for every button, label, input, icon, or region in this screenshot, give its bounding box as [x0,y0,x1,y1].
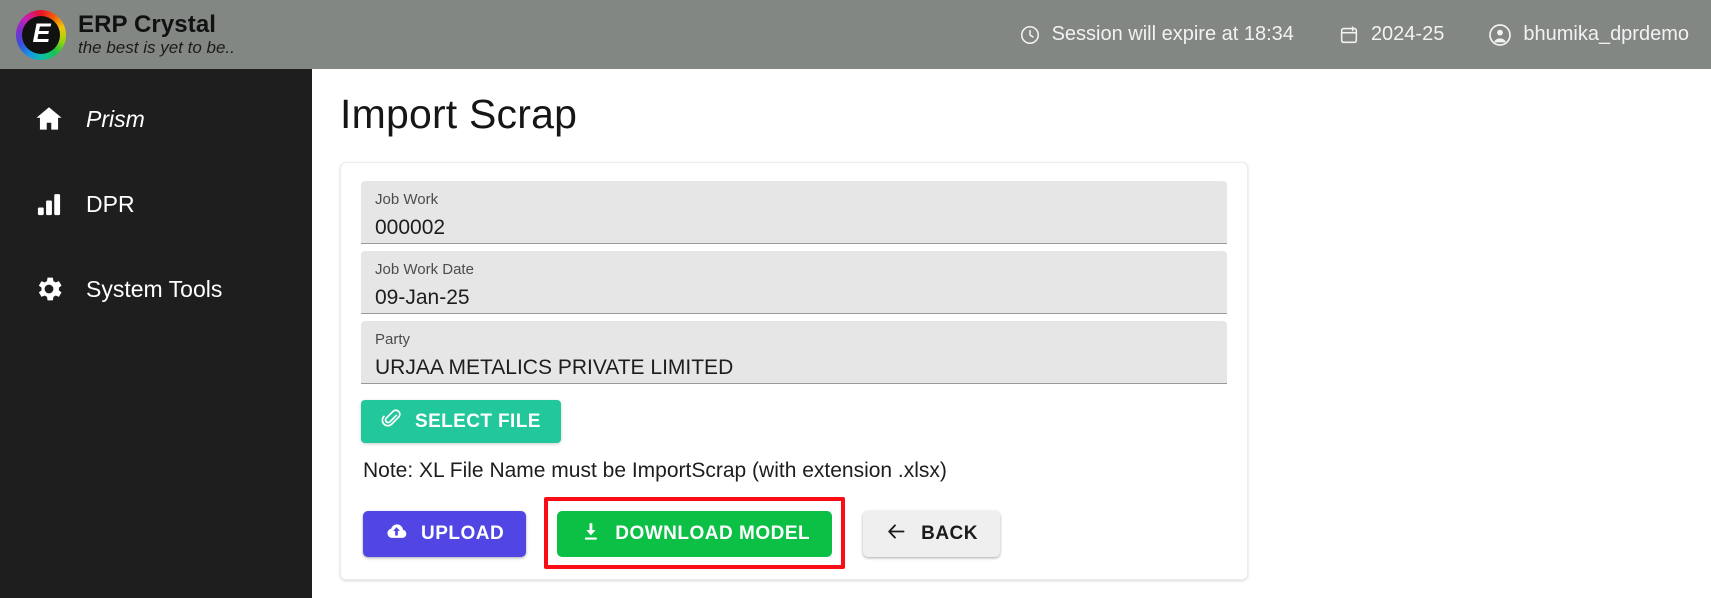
calendar-icon [1338,24,1360,46]
brand-tagline: the best is yet to be.. [78,38,235,58]
field-value-job-work: 000002 [375,216,446,239]
download-icon [579,520,602,549]
top-header-right-group: Session will expire at 18:34 2024-25 bhu… [1019,23,1711,47]
file-name-note: Note: XL File Name must be ImportScrap (… [363,459,947,482]
brand-text: ERP Crystal the best is yet to be.. [78,12,235,57]
session-expiry-indicator: Session will expire at 18:34 [1019,23,1294,46]
page-title: Import Scrap [340,91,578,137]
session-expiry-text: Session will expire at 18:34 [1051,23,1294,45]
fiscal-year-text: 2024-25 [1370,23,1445,45]
user-name-text: bhumika_dprdemo [1523,23,1689,45]
brand-logo-area[interactable]: E ERP Crystal the best is yet to be.. [0,9,235,60]
sidebar-item-system-tools[interactable]: System Tools [0,265,312,313]
brand-title: ERP Crystal [78,10,217,38]
field-job-work[interactable]: Job Work 000002 [361,181,1227,244]
download-model-highlight-box: DOWNLOAD MODEL [544,497,846,569]
sidebar-item-label-system-tools: System Tools [86,275,223,302]
sidebar-item-label-prism: Prism [86,105,145,132]
bar-chart-icon [32,187,66,221]
sidebar-item-label-dpr: DPR [86,190,135,217]
home-icon [32,102,66,136]
upload-button[interactable]: UPLOAD [363,511,527,557]
fiscal-year-selector[interactable]: 2024-25 [1338,23,1444,46]
clock-icon [1019,24,1041,46]
field-label-job-work-date: Job Work Date [375,261,474,278]
logo-letter: E [32,18,50,48]
select-file-button-label: SELECT FILE [415,410,541,432]
field-job-work-date[interactable]: Job Work Date 09-Jan-25 [361,251,1227,314]
gear-icon [32,272,66,306]
user-account-menu[interactable]: bhumika_dprdemo [1488,23,1689,47]
field-label-job-work: Job Work [375,191,439,208]
download-model-button[interactable]: DOWNLOAD MODEL [557,511,833,557]
sidebar-navigation: Prism DPR System Tools [0,69,312,598]
paperclip-icon [381,408,402,435]
field-value-job-work-date: 09-Jan-25 [375,286,470,309]
back-button[interactable]: BACK [863,511,1000,557]
user-circle-icon [1488,23,1512,47]
import-scrap-form-card: Job Work 000002 Job Work Date 09-Jan-25 … [340,162,1248,580]
main-content-area: Import Scrap Job Work 000002 Job Work Da… [312,69,1711,598]
field-party[interactable]: Party URJAA METALICS PRIVATE LIMITED [361,321,1227,384]
top-header-bar: E ERP Crystal the best is yet to be.. Se… [0,0,1711,69]
select-file-button[interactable]: SELECT FILE [361,400,561,443]
arrow-left-icon [885,520,908,549]
back-button-label: BACK [921,523,978,544]
field-label-party: Party [375,331,411,348]
upload-button-label: UPLOAD [421,523,505,544]
sidebar-item-prism[interactable]: Prism [0,95,312,143]
cloud-upload-icon [385,520,408,549]
action-button-row: UPLOAD DOWNLOAD MODEL BACK [363,497,1227,569]
field-value-party: URJAA METALICS PRIVATE LIMITED [375,356,734,379]
erp-crystal-logo-icon: E [16,9,66,60]
sidebar-item-dpr[interactable]: DPR [0,180,312,228]
download-model-button-label: DOWNLOAD MODEL [615,523,811,544]
